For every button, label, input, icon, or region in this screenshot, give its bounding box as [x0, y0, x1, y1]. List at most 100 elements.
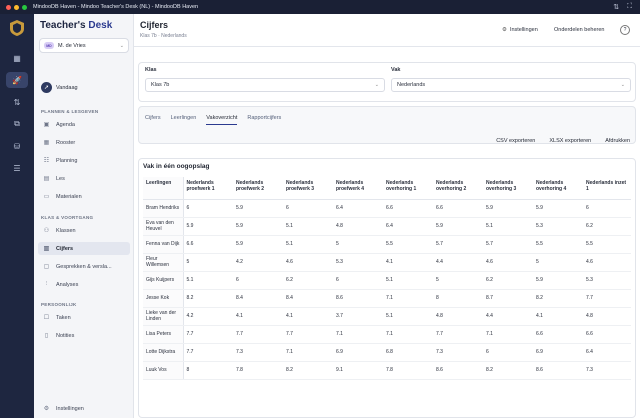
- grade-cell[interactable]: 4.8: [433, 307, 483, 326]
- grade-cell[interactable]: 7.3: [233, 343, 283, 362]
- grade-cell[interactable]: 4.1: [533, 307, 583, 326]
- sidebar-item-rooster[interactable]: ▦ Rooster: [38, 136, 130, 149]
- grade-cell[interactable]: 5.9: [433, 217, 483, 236]
- grade-cell[interactable]: 5.9: [233, 235, 283, 254]
- grade-cell[interactable]: 6.2: [283, 271, 333, 290]
- grade-cell[interactable]: 8.4: [233, 289, 283, 308]
- tab-vakoverzicht[interactable]: Vakoverzicht: [206, 115, 238, 125]
- grade-cell[interactable]: 4.6: [583, 253, 631, 272]
- grade-cell[interactable]: 7.8: [383, 361, 433, 380]
- grade-cell[interactable]: 7.1: [383, 325, 433, 344]
- grade-cell[interactable]: 4.8: [333, 217, 383, 236]
- grade-cell[interactable]: 7.1: [333, 325, 383, 344]
- sidebar-item-analyses[interactable]: ⫶ Analyses: [38, 278, 130, 291]
- grade-cell[interactable]: 6: [583, 199, 631, 218]
- column-header[interactable]: Nederlands inzet 1: [583, 177, 631, 200]
- close-window-button[interactable]: [6, 4, 11, 10]
- grade-cell[interactable]: 5.1: [183, 271, 233, 290]
- grade-cell[interactable]: 5: [533, 253, 583, 272]
- grade-cell[interactable]: 4.6: [283, 253, 333, 272]
- sidebar-item-planning[interactable]: ☷ Planning: [38, 154, 130, 167]
- transfer-icon[interactable]: ⇅: [6, 94, 28, 110]
- sidebar-item-materialen[interactable]: ▭ Materialen: [38, 190, 130, 203]
- grade-cell[interactable]: 5: [333, 235, 383, 254]
- column-header[interactable]: Nederlands proefwerk 3: [283, 177, 333, 200]
- grade-cell[interactable]: 7.7: [583, 289, 631, 308]
- grade-cell[interactable]: 6.9: [333, 343, 383, 362]
- vak-select[interactable]: Nederlands ⌄: [391, 78, 631, 92]
- column-header[interactable]: Nederlands overhoring 1: [383, 177, 433, 200]
- column-header[interactable]: Nederlands proefwerk 4: [333, 177, 383, 200]
- column-header[interactable]: Leerlingen: [143, 177, 184, 200]
- grade-cell[interactable]: 7.3: [583, 361, 631, 380]
- table-row[interactable]: Lisa Peters 7.7 7.7 7.7 7.1 7.1 7.7 7.1 6.6 6.6: [143, 325, 631, 344]
- dashboard-icon[interactable]: ▦: [6, 50, 28, 66]
- settings-button[interactable]: ⚙ Instellingen: [502, 24, 538, 36]
- grade-cell[interactable]: 4.1: [233, 307, 283, 326]
- grade-cell[interactable]: 7.1: [483, 325, 533, 344]
- grade-cell[interactable]: 6.2: [583, 217, 631, 236]
- column-header[interactable]: Nederlands proefwerk 1: [183, 177, 233, 200]
- maximize-window-button[interactable]: [22, 4, 27, 10]
- grade-cell[interactable]: 5.7: [483, 235, 533, 254]
- grade-cell[interactable]: 5.1: [483, 217, 533, 236]
- grade-cell[interactable]: 6.4: [383, 217, 433, 236]
- grade-cell[interactable]: 5.3: [333, 253, 383, 272]
- table-row[interactable]: Eva van den Heuvel 5.9 5.9 5.1 4.8 6.4 5.9 5.1 5…: [143, 217, 631, 236]
- grade-cell[interactable]: 5.1: [383, 271, 433, 290]
- tab-cijfers[interactable]: Cijfers: [145, 115, 161, 125]
- sidebar-item-les[interactable]: ▤ Les: [38, 172, 130, 185]
- grade-cell[interactable]: 4.4: [433, 253, 483, 272]
- grade-cell[interactable]: 5.1: [383, 307, 433, 326]
- rocket-icon[interactable]: 🚀: [6, 72, 28, 88]
- grade-cell[interactable]: 6: [233, 271, 283, 290]
- grade-cell[interactable]: 4.2: [233, 253, 283, 272]
- sidebar-item-taken[interactable]: ☐ Taken: [38, 311, 130, 324]
- grade-cell[interactable]: 5.1: [283, 235, 333, 254]
- grade-cell[interactable]: 5.3: [533, 217, 583, 236]
- tab-rapportcijfers[interactable]: Rapportcijfers: [247, 115, 281, 125]
- table-row[interactable]: Jesse Kok 8.2 8.4 8.4 8.6 7.1 8 8.7 8.2 7.7: [143, 289, 631, 308]
- table-row[interactable]: Luuk Vos 8 7.8 8.2 9.1 7.8 8.6 8.2 8.6 7.3: [143, 361, 631, 380]
- grade-cell[interactable]: 6: [333, 271, 383, 290]
- grade-cell[interactable]: 7.1: [283, 343, 333, 362]
- grade-cell[interactable]: 7.7: [433, 325, 483, 344]
- grade-cell[interactable]: 5.9: [233, 199, 283, 218]
- grade-cell[interactable]: 7.1: [383, 289, 433, 308]
- grade-cell[interactable]: 8.4: [283, 289, 333, 308]
- grade-cell[interactable]: 8.6: [333, 289, 383, 308]
- grade-cell[interactable]: 4.8: [583, 307, 631, 326]
- column-header[interactable]: Nederlands overhoring 3: [483, 177, 533, 200]
- column-header[interactable]: Nederlands proefwerk 2: [233, 177, 283, 200]
- grade-cell[interactable]: 7.7: [283, 325, 333, 344]
- grade-cell[interactable]: 6.9: [533, 343, 583, 362]
- grade-cell[interactable]: 7.7: [183, 325, 233, 344]
- grade-cell[interactable]: 5.9: [233, 217, 283, 236]
- sidebar-item-settings[interactable]: ⚙ Instellingen: [38, 402, 130, 415]
- grade-cell[interactable]: 8: [433, 289, 483, 308]
- grade-cell[interactable]: 5.7: [433, 235, 483, 254]
- table-row[interactable]: Lotte Dijkstra 7.7 7.3 7.1 6.9 6.8 7.3 6 6.9 6.4: [143, 343, 631, 362]
- grade-cell[interactable]: 4.1: [383, 253, 433, 272]
- klas-select[interactable]: Klas 7b ⌄: [145, 78, 385, 92]
- column-header[interactable]: Nederlands overhoring 2: [433, 177, 483, 200]
- grade-cell[interactable]: 6.4: [583, 343, 631, 362]
- grade-cell[interactable]: 4.1: [283, 307, 333, 326]
- grade-cell[interactable]: 6.6: [533, 325, 583, 344]
- grade-cell[interactable]: 5.9: [533, 271, 583, 290]
- grade-cell[interactable]: 6.6: [183, 235, 233, 254]
- tab-leerlingen[interactable]: Leerlingen: [171, 115, 197, 125]
- grade-cell[interactable]: 5.1: [283, 217, 333, 236]
- grade-cell[interactable]: 8.6: [533, 361, 583, 380]
- grade-cell[interactable]: 6.6: [583, 325, 631, 344]
- grade-cell[interactable]: 8.2: [533, 289, 583, 308]
- grade-cell[interactable]: 7.8: [233, 361, 283, 380]
- grade-cell[interactable]: 4.4: [483, 307, 533, 326]
- sidebar-item-klassen[interactable]: ⚇ Klassen: [38, 224, 130, 237]
- grade-cell[interactable]: 5.5: [583, 235, 631, 254]
- grade-cell[interactable]: 8: [183, 361, 233, 380]
- sliders-icon[interactable]: ☰: [6, 160, 28, 176]
- help-icon[interactable]: ?: [620, 25, 630, 35]
- grade-cell[interactable]: 8.2: [183, 289, 233, 308]
- grade-cell[interactable]: 4.6: [483, 253, 533, 272]
